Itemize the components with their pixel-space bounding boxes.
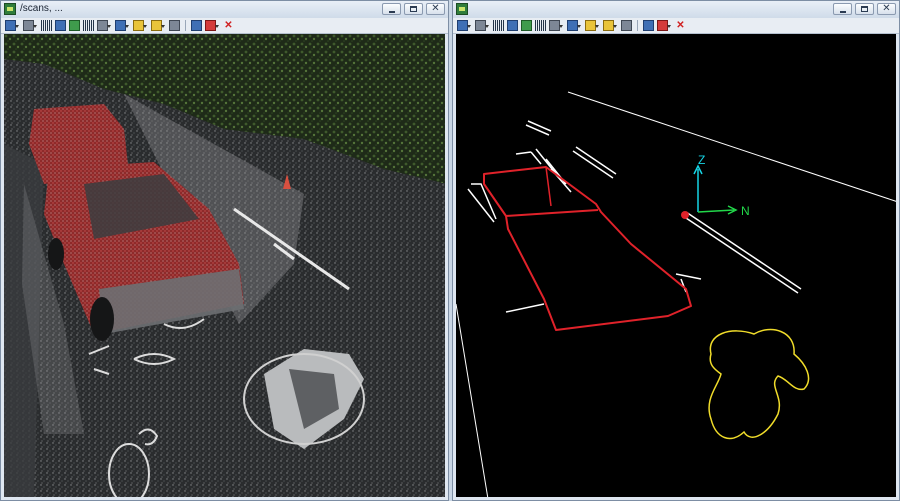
arrow-icon[interactable] (603, 20, 617, 31)
export-icon[interactable] (169, 20, 180, 31)
lane-dash (572, 146, 617, 179)
z-axis-label: Z (698, 153, 705, 167)
layers-icon[interactable] (567, 20, 581, 31)
car-reference-ticks (515, 148, 572, 193)
close-button[interactable]: ✕ (426, 3, 445, 15)
lane-dash (682, 211, 802, 294)
layers-icon[interactable] (115, 20, 129, 31)
export-icon[interactable] (621, 20, 632, 31)
maximize-button[interactable] (855, 3, 874, 15)
minimize-button[interactable] (382, 3, 401, 15)
grid-icon[interactable] (493, 20, 504, 31)
app-icon (456, 3, 468, 15)
road-edge-line (567, 91, 896, 202)
lane-dash (525, 120, 552, 136)
left-window-title: /scans, ... (20, 3, 63, 14)
delete-icon[interactable]: ✕ (675, 20, 686, 31)
measure-icon[interactable] (55, 20, 66, 31)
arrow-icon[interactable] (151, 20, 165, 31)
close-button[interactable]: ✕ (877, 3, 896, 15)
car-outline-divider (505, 209, 599, 217)
move-icon[interactable] (521, 20, 532, 31)
select-icon[interactable] (549, 20, 563, 31)
left-title-bar[interactable]: /scans, ... ✕ (1, 1, 448, 19)
point-cloud-viewport[interactable] (4, 34, 445, 497)
left-toolbar: ✕ (1, 18, 448, 34)
front-wheel (90, 297, 114, 341)
pan-icon[interactable] (475, 20, 489, 31)
car-outline-divider (545, 166, 552, 207)
car-outline (483, 166, 692, 331)
measure-icon[interactable] (507, 20, 518, 31)
histogram-icon[interactable] (535, 20, 546, 31)
vector-scene: Z N (456, 91, 896, 497)
origin-marker (681, 211, 689, 219)
road-edge-line (456, 303, 489, 497)
maximize-button[interactable] (404, 3, 423, 15)
move-icon[interactable] (69, 20, 80, 31)
right-toolbar: ✕ (453, 18, 899, 34)
point-cloud-scene (4, 34, 445, 497)
light-icon[interactable] (585, 20, 599, 31)
rear-wheel (48, 238, 64, 270)
right-viewer-window: ✕ ✕ Z N (452, 0, 900, 501)
link-icon[interactable] (205, 20, 219, 31)
light-icon[interactable] (133, 20, 147, 31)
right-title-bar[interactable]: ✕ (453, 1, 899, 19)
toolbar-separator (185, 20, 186, 31)
camera-icon[interactable] (191, 20, 202, 31)
select-icon[interactable] (97, 20, 111, 31)
minimize-button[interactable] (833, 3, 852, 15)
vector-viewport[interactable]: Z N (456, 34, 896, 497)
view-cube-icon[interactable] (457, 20, 471, 31)
app-icon (4, 3, 16, 15)
toolbar-separator (637, 20, 638, 31)
car-reference-ticks (467, 183, 497, 223)
car-reference-ticks (505, 303, 545, 313)
view-cube-icon[interactable] (5, 20, 19, 31)
histogram-icon[interactable] (83, 20, 94, 31)
link-icon[interactable] (657, 20, 671, 31)
delete-icon[interactable]: ✕ (223, 20, 234, 31)
camera-icon[interactable] (643, 20, 654, 31)
n-axis-line (697, 209, 735, 213)
n-axis-label: N (741, 204, 750, 218)
grid-icon[interactable] (41, 20, 52, 31)
body-outline (708, 328, 810, 440)
left-viewer-window: /scans, ... ✕ ✕ (0, 0, 449, 501)
pan-icon[interactable] (23, 20, 37, 31)
